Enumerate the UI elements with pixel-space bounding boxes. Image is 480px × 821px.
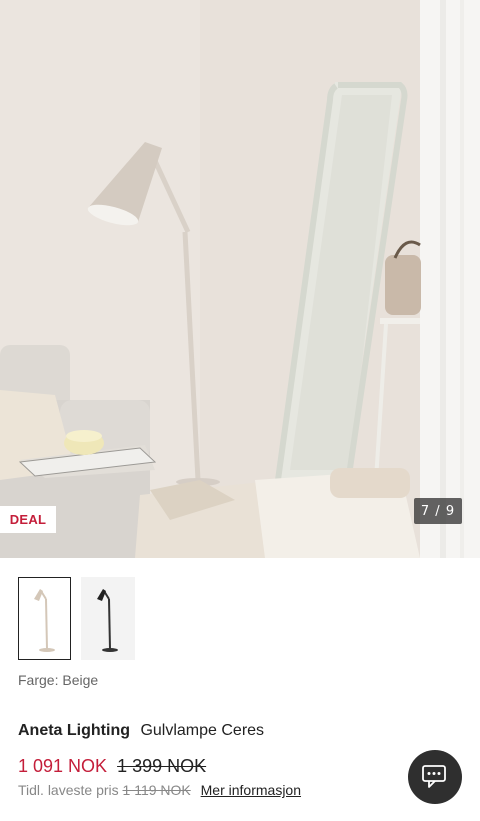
black-lamp-thumbnail (97, 588, 118, 652)
variant-thumb-black[interactable] (81, 577, 135, 660)
previous-lowest-price-row: Tidl. laveste pris 1 119 NOK Mer informa… (18, 782, 301, 798)
product-image-gallery[interactable] (0, 0, 480, 558)
selected-color-label: Farge: Beige (18, 672, 99, 688)
deal-badge: DEAL (0, 506, 56, 533)
product-title: Aneta Lighting Gulvlampe Ceres (18, 722, 264, 740)
current-price: 1 091 NOK (18, 756, 108, 776)
original-price: 1 399 NOK (117, 756, 207, 776)
previous-lowest-value: 1 119 NOK (122, 782, 191, 798)
beige-lamp-thumbnail (33, 588, 55, 652)
chat-button[interactable] (408, 750, 462, 804)
price-row: 1 091 NOK 1 399 NOK (18, 756, 206, 777)
more-info-link[interactable]: Mer informasjon (201, 782, 301, 798)
product-name: Gulvlampe Ceres (140, 722, 265, 739)
variant-thumb-beige[interactable] (18, 577, 71, 660)
product-brand[interactable]: Aneta Lighting (18, 722, 130, 739)
variant-thumbnails (18, 577, 135, 660)
previous-lowest-label: Tidl. laveste pris (18, 782, 119, 798)
image-counter: 7 / 9 (414, 498, 462, 524)
chat-icon (422, 765, 446, 788)
product-photo (0, 0, 480, 558)
